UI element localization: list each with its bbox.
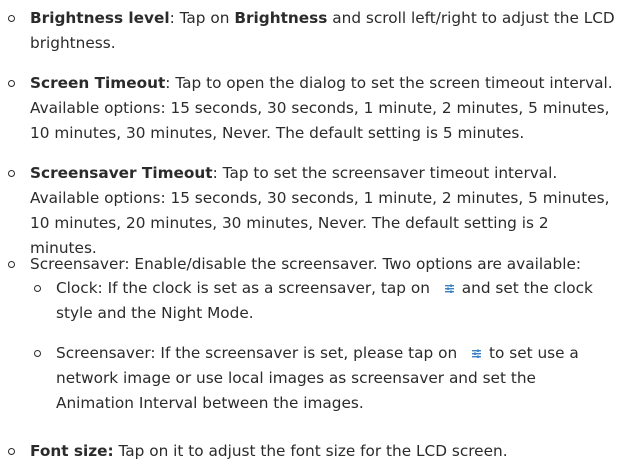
bullet-icon [8,261,15,268]
list-item-screensaver-timeout: Screensaver Timeout: Tap to set the scre… [30,164,610,257]
sub-bullet-icon [34,350,41,357]
settings-icon[interactable] [472,349,482,358]
settings-icon[interactable] [444,284,454,293]
item-title: Brightness level [30,9,170,27]
list-item-screen-timeout: Screen Timeout: Tap to open the dialog t… [30,74,613,142]
list-item-brightness: Brightness level: Tap on Brightness and … [30,9,615,52]
list-item-screensaver: Screensaver: Enable/disable the screensa… [30,255,582,273]
inline-bold: Brightness [234,9,328,27]
sub-bullet-icon [34,285,41,292]
list-item-font-size: Font size: Tap on it to adjust the font … [30,442,508,460]
bullet-icon [8,80,15,87]
bullet-icon [8,170,15,177]
sub-item-screensaver: Screensaver: If the screensaver is set, … [56,344,579,412]
bullet-icon [8,15,15,22]
item-title: Screensaver Timeout [30,164,213,182]
sub-item-clock: Clock: If the clock is set as a screensa… [56,279,593,322]
item-title: Font size: [30,442,114,460]
item-title: Screen Timeout [30,74,166,92]
bullet-icon [8,448,15,455]
